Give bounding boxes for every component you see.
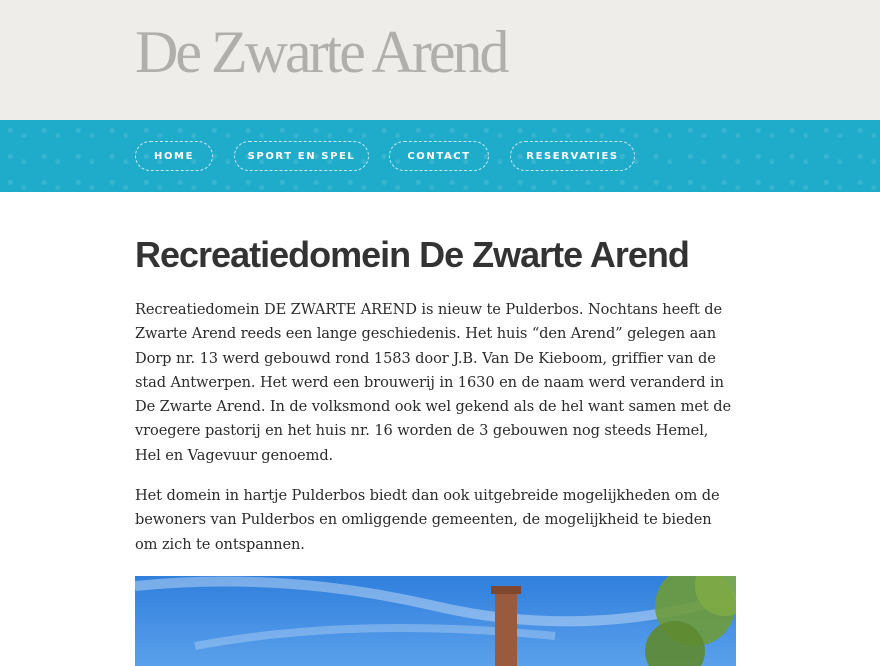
intro-paragraph: Recreatiedomein DE ZWARTE AREND is nieuw… xyxy=(135,301,731,464)
nav-item-sport-en-spel[interactable]: SPORT EN SPEL xyxy=(234,141,369,171)
nav-item-contact[interactable]: CONTACT xyxy=(389,141,489,171)
chimney-shape xyxy=(495,590,517,666)
page-title: Recreatiedomein De Zwarte Arend xyxy=(135,234,690,275)
domain-photo xyxy=(135,576,736,666)
site-header: De Zwarte Arend xyxy=(0,0,880,120)
nav-item-home[interactable]: HOME xyxy=(135,141,213,171)
main-content: Recreatiedomein De Zwarte Arend Recreati… xyxy=(135,192,736,553)
nav-item-reservaties[interactable]: RESERVATIES xyxy=(510,141,635,171)
domain-paragraph: Het domein in hartje Pulderbos biedt dan… xyxy=(135,487,720,553)
main-navigation: HOME SPORT EN SPEL CONTACT RESERVATIES xyxy=(0,120,880,192)
site-title[interactable]: De Zwarte Arend xyxy=(135,22,509,82)
domain-photo-illustration xyxy=(135,576,736,666)
